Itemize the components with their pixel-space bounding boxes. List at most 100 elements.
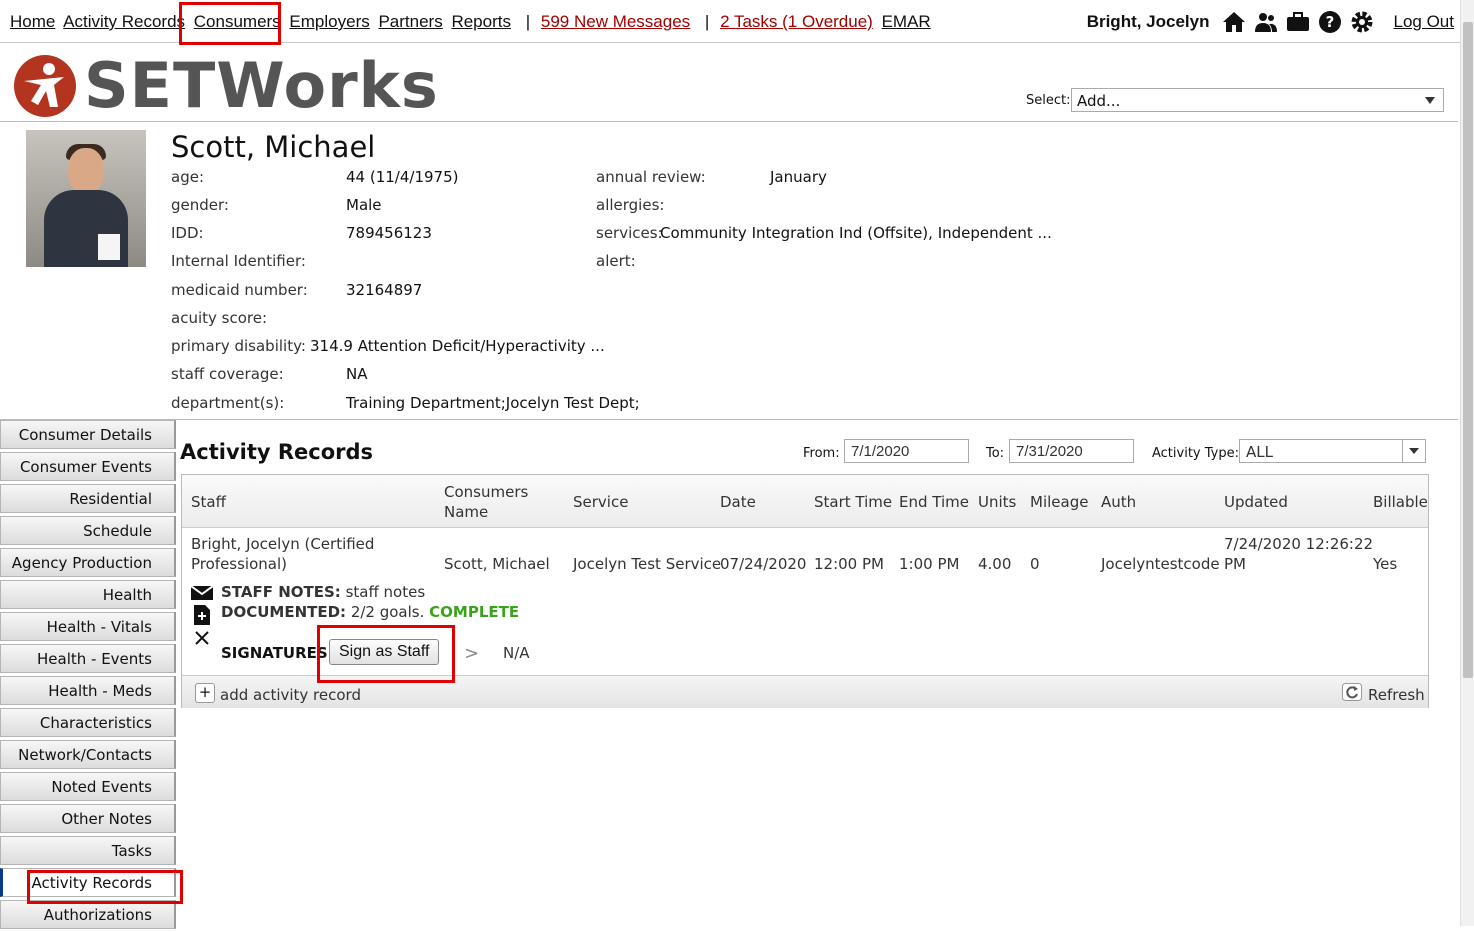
sign-as-staff-button[interactable]: Sign as Staff — [329, 639, 440, 665]
staff-notes: STAFF NOTES: staff notes — [221, 583, 425, 601]
refresh-icon[interactable] — [1342, 683, 1362, 701]
sidebar-item-other-notes[interactable]: Other Notes — [0, 804, 176, 833]
primary-disability-value: 314.9 Attention Deficit/Hyperactivity ..… — [310, 337, 605, 355]
col-consumers-name-2[interactable]: Name — [444, 503, 488, 521]
consumer-name: Scott, Michael — [171, 130, 376, 164]
sidebar-item-noted-events[interactable]: Noted Events — [0, 772, 176, 801]
main-nav: Home Activity Records Consumers Employer… — [10, 12, 935, 32]
documented-value: 2/2 goals. — [350, 603, 425, 621]
signatures-label: SIGNATURES: — [221, 644, 334, 662]
add-record-link[interactable]: add activity record — [220, 686, 361, 704]
gender-value: Male — [346, 196, 382, 214]
page-scrollbar[interactable] — [1460, 0, 1474, 926]
nav-consumers-link[interactable]: Consumers — [194, 12, 281, 31]
services-value: Community Integration Ind (Offsite), Ind… — [660, 224, 1052, 242]
svg-text:?: ? — [1325, 13, 1334, 31]
briefcase-icon[interactable] — [1286, 10, 1310, 34]
nav-messages-link[interactable]: 599 New Messages — [541, 12, 690, 31]
nav-emar-link[interactable]: EMAR — [882, 12, 931, 31]
col-consumers-name[interactable]: Consumers — [444, 483, 528, 501]
add-select-value: Add... — [1077, 92, 1121, 110]
sidebar-item-health-meds[interactable]: Health - Meds — [0, 676, 176, 705]
chevron-down-icon — [1425, 97, 1435, 104]
section-divider — [0, 419, 1458, 420]
sidebar-item-characteristics[interactable]: Characteristics — [0, 708, 176, 737]
sidebar-item-activity-records[interactable]: Activity Records — [0, 868, 176, 897]
users-icon[interactable] — [1254, 10, 1278, 34]
activity-type-value: ALL — [1246, 443, 1273, 461]
sidebar-item-health-vitals[interactable]: Health - Vitals — [0, 612, 176, 641]
row-units: 4.00 — [978, 555, 1012, 573]
nav-activity-records-link[interactable]: Activity Records — [63, 12, 185, 31]
col-service[interactable]: Service — [573, 493, 628, 511]
nav-tasks-link[interactable]: 2 Tasks (1 Overdue) — [720, 12, 873, 31]
primary-disability-label: primary disability: — [171, 337, 306, 355]
help-icon[interactable]: ? — [1318, 10, 1342, 34]
add-select[interactable]: Add... — [1071, 88, 1444, 112]
sidebar-item-consumer-events[interactable]: Consumer Events — [0, 452, 176, 481]
close-icon[interactable] — [195, 631, 209, 645]
row-staff: Bright, Jocelyn (Certified — [191, 535, 375, 553]
logout-link[interactable]: Log Out — [1394, 12, 1455, 32]
staff-notes-label: STAFF NOTES: — [221, 583, 341, 601]
row-mileage: 0 — [1030, 555, 1040, 573]
row-start: 12:00 PM — [814, 555, 884, 573]
col-mileage[interactable]: Mileage — [1030, 493, 1088, 511]
user-area: Bright, Jocelyn ? Log Out — [1087, 10, 1454, 34]
sidebar-item-schedule[interactable]: Schedule — [0, 516, 176, 545]
col-staff[interactable]: Staff — [191, 493, 226, 511]
sidebar-item-consumer-details[interactable]: Consumer Details — [0, 420, 176, 449]
nav-employers-link[interactable]: Employers — [289, 12, 369, 31]
col-end-time[interactable]: End Time — [899, 493, 969, 511]
to-label: To: — [986, 446, 1005, 461]
sidebar-item-health[interactable]: Health — [0, 580, 176, 609]
gender-label: gender: — [171, 196, 229, 214]
annual-review-value: January — [770, 168, 827, 186]
refresh-link[interactable]: Refresh — [1368, 686, 1425, 704]
row-auth: Jocelyntestcode — [1101, 555, 1220, 573]
add-document-icon[interactable] — [194, 605, 210, 625]
row-staff-2: Professional) — [191, 555, 287, 573]
documented-label: DOCUMENTED: — [221, 603, 347, 621]
nav-home-link[interactable]: Home — [10, 12, 55, 31]
logo-area: SETWorks Select: Add... — [0, 43, 1458, 122]
top-nav-bar: Home Activity Records Consumers Employer… — [0, 0, 1460, 43]
nav-partners-link[interactable]: Partners — [378, 12, 442, 31]
page-title: Activity Records — [180, 440, 374, 464]
sidebar-item-tasks[interactable]: Tasks — [0, 836, 176, 865]
documented-status: COMPLETE — [429, 603, 520, 621]
row-service: Jocelyn Test Service — [573, 555, 722, 573]
home-icon[interactable] — [1222, 10, 1246, 34]
row-consumer: Scott, Michael — [444, 555, 550, 573]
col-billable[interactable]: Billable — [1373, 493, 1428, 511]
col-auth[interactable]: Auth — [1101, 493, 1136, 511]
idd-label: IDD: — [171, 224, 204, 242]
scrollbar-thumb[interactable] — [1463, 22, 1473, 678]
col-date[interactable]: Date — [720, 493, 756, 511]
user-name: Bright, Jocelyn — [1086, 12, 1210, 31]
to-date-input[interactable] — [1009, 439, 1134, 463]
row-date: 07/24/2020 — [720, 555, 807, 573]
allergies-label: allergies: — [596, 196, 665, 214]
nav-reports-link[interactable]: Reports — [451, 12, 511, 31]
gear-icon[interactable] — [1350, 10, 1374, 34]
activity-type-select[interactable]: ALL — [1239, 439, 1426, 463]
annual-review-label: annual review: — [596, 168, 706, 186]
sidebar-item-agency-production[interactable]: Agency Production — [0, 548, 176, 577]
staff-coverage-label: staff coverage: — [171, 365, 284, 383]
sidebar-item-health-events[interactable]: Health - Events — [0, 644, 176, 673]
sidebar-item-network-contacts[interactable]: Network/Contacts — [0, 740, 176, 769]
col-start-time[interactable]: Start Time — [814, 493, 892, 511]
envelope-icon[interactable] — [191, 585, 213, 601]
signature-na: N/A — [503, 644, 530, 662]
from-date-input[interactable] — [844, 439, 969, 463]
col-updated[interactable]: Updated — [1224, 493, 1288, 511]
col-units[interactable]: Units — [978, 493, 1016, 511]
sidebar-item-residential[interactable]: Residential — [0, 484, 176, 513]
nav-separator: | — [704, 12, 710, 31]
department-label: department(s): — [171, 394, 285, 412]
acuity-label: acuity score: — [171, 309, 267, 327]
sidebar-item-authorizations[interactable]: Authorizations — [0, 900, 176, 929]
add-record-button[interactable]: + — [195, 683, 215, 703]
sidebar: Consumer Details Consumer Events Residen… — [0, 420, 176, 932]
